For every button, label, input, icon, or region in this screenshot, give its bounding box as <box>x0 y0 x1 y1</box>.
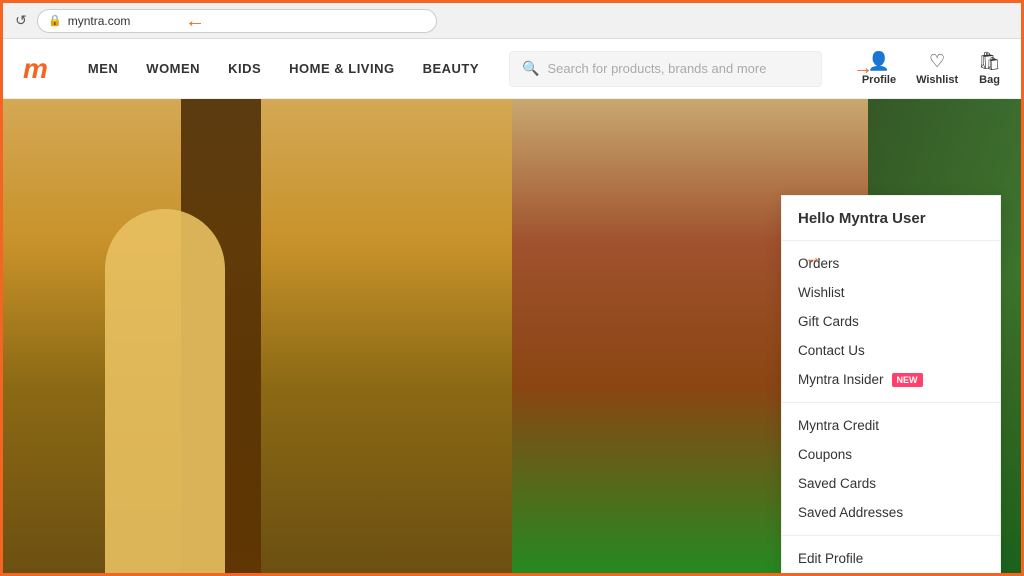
url-arrow-annotation: ← <box>185 10 205 33</box>
dropdown-section-2: Myntra Credit Coupons Saved Cards Saved … <box>782 403 1000 536</box>
wishlist-label: Wishlist <box>916 74 958 86</box>
nav-women[interactable]: WOMEN <box>146 61 200 76</box>
nav-icons: 👤 Profile ♡ Wishlist 🛍 Bag <box>862 51 1001 86</box>
dropdown-saved-addresses[interactable]: Saved Addresses <box>782 498 1000 527</box>
dropdown-edit-profile[interactable]: Edit Profile <box>782 544 1000 573</box>
lock-icon: 🔒 <box>48 14 62 27</box>
dropdown-myntra-credit[interactable]: Myntra Credit <box>782 411 1000 440</box>
myntra-logo[interactable]: m <box>23 53 48 85</box>
search-icon: 🔍 <box>522 60 539 77</box>
browser-controls: ↺ <box>13 13 29 29</box>
wishlist-icon: ♡ <box>929 51 945 72</box>
dropdown-greeting: Hello Myntra User <box>798 210 926 227</box>
nav-beauty[interactable]: BEAUTY <box>423 61 479 76</box>
nav-men[interactable]: MEN <box>88 61 118 76</box>
bag-icon-item[interactable]: 🛍 Bag <box>978 51 1001 86</box>
search-placeholder: Search for products, brands and more <box>547 61 766 76</box>
new-badge: New <box>892 373 923 387</box>
dropdown-header: Hello Myntra User <box>782 196 1000 241</box>
screenshot-wrapper: ↺ 🔒 myntra.com ← m MEN WOMEN KIDS HOME &… <box>0 0 1024 576</box>
dropdown-contact-us[interactable]: Contact Us <box>782 336 1000 365</box>
orders-arrow-annotation: → <box>804 247 822 268</box>
dropdown-gift-cards[interactable]: Gift Cards <box>782 307 1000 336</box>
url-text: myntra.com <box>68 14 131 28</box>
navbar: m MEN WOMEN KIDS HOME & LIVING BEAUTY 🔍 … <box>3 39 1021 99</box>
dropdown-section-3: Edit Profile Logout <box>782 536 1000 576</box>
address-bar[interactable]: 🔒 myntra.com <box>37 9 437 33</box>
figure-left <box>105 209 225 576</box>
search-bar[interactable]: 🔍 Search for products, brands and more <box>509 51 822 87</box>
nav-kids[interactable]: KIDS <box>228 61 261 76</box>
nav-links: MEN WOMEN KIDS HOME & LIVING BEAUTY <box>88 61 479 76</box>
main-content: Hello Myntra User Orders Wishlist Gift C… <box>3 99 1021 576</box>
reload-button[interactable]: ↺ <box>13 13 29 29</box>
bag-icon: 🛍 <box>978 51 1001 72</box>
dropdown-myntra-insider[interactable]: Myntra Insider New <box>782 365 1000 394</box>
wishlist-icon-item[interactable]: ♡ Wishlist <box>916 51 958 86</box>
dropdown-coupons[interactable]: Coupons <box>782 440 1000 469</box>
bag-label: Bag <box>979 74 1000 86</box>
hero-left <box>3 99 512 576</box>
nav-home-living[interactable]: HOME & LIVING <box>289 61 394 76</box>
dropdown-saved-cards[interactable]: Saved Cards <box>782 469 1000 498</box>
browser-chrome: ↺ 🔒 myntra.com ← <box>3 3 1021 39</box>
profile-arrow-annotation: → <box>853 57 873 80</box>
dropdown-wishlist[interactable]: Wishlist <box>782 278 1000 307</box>
